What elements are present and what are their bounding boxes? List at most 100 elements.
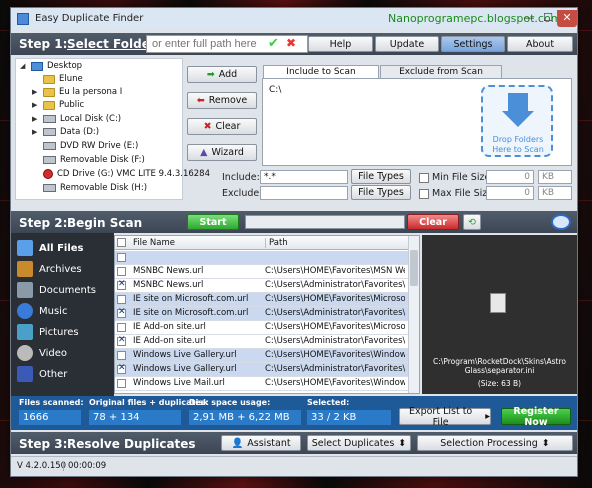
cancel-x-icon[interactable]: ✖: [286, 36, 296, 50]
selected-label: Selected:: [307, 398, 350, 407]
tree-item-data[interactable]: ▶ Data (D:): [32, 127, 99, 137]
category-other[interactable]: Other: [17, 364, 67, 384]
exclude-filetypes-button[interactable]: File Types: [351, 185, 411, 200]
category-archives[interactable]: Archives: [17, 259, 82, 279]
selection-processing-button[interactable]: Selection Processing ⬍: [417, 435, 573, 451]
scan-path: C:\: [269, 85, 282, 95]
column-path[interactable]: Path: [265, 238, 288, 248]
select-all-checkbox[interactable]: [117, 238, 126, 247]
category-sidebar: All Files Archives Documents Music Pictu…: [11, 233, 114, 396]
all-files-icon: [17, 240, 33, 256]
expand-triangle-icon[interactable]: ▶: [32, 88, 39, 96]
tree-item-desktop[interactable]: ◢ Desktop: [20, 61, 82, 71]
collapse-triangle-icon[interactable]: ◢: [20, 62, 27, 70]
tree-label: DVD RW Drive (E:): [60, 141, 139, 151]
tree-label: Public: [59, 100, 85, 110]
min-size-unit[interactable]: KB: [538, 170, 572, 184]
max-size-field[interactable]: 0: [486, 186, 534, 200]
wizard-button[interactable]: ▲ Wizard: [187, 144, 257, 161]
tab-exclude[interactable]: Exclude from Scan: [380, 65, 502, 79]
row-checkbox[interactable]: [117, 351, 126, 360]
tree-item-removable-f[interactable]: Removable Disk (F:): [32, 155, 145, 165]
tree-label: Data (D:): [60, 127, 100, 137]
grid-scrollbar[interactable]: [408, 236, 419, 393]
about-button[interactable]: About: [507, 36, 573, 52]
category-video[interactable]: Video: [17, 343, 67, 363]
table-row[interactable]: Windows Live Gallery.url C:\Users\Adminis…: [115, 363, 408, 377]
table-row[interactable]: IE site on Microsoft.com.url C:\Users\HOM…: [115, 293, 408, 307]
category-documents[interactable]: Documents: [17, 280, 96, 300]
category-pictures[interactable]: Pictures: [17, 322, 79, 342]
tree-item-elune[interactable]: Elune: [32, 74, 83, 84]
tree-item-cd[interactable]: CD Drive (G:) VMC LITE 9.4.3.16284: [32, 169, 210, 179]
row-checkbox[interactable]: [117, 295, 126, 304]
min-size-field[interactable]: 0: [486, 170, 534, 184]
assistant-button[interactable]: 👤 Assistant: [221, 435, 301, 451]
export-list-button[interactable]: Export List to File ▸: [399, 406, 491, 428]
drop-zone[interactable]: Drop Folders Here to Scan: [481, 85, 553, 157]
expand-triangle-icon[interactable]: ▶: [32, 115, 39, 123]
drop-arrow-head: [502, 111, 534, 127]
maximize-button[interactable]: ☐: [539, 10, 557, 27]
max-size-checkbox[interactable]: [419, 189, 429, 199]
row-checkbox[interactable]: [117, 279, 126, 290]
table-row[interactable]: Windows Live Mail.url C:\Users\HOME\Favor…: [115, 377, 408, 391]
elapsed-time: 00:00:09: [63, 461, 106, 471]
settings-button[interactable]: Settings: [441, 36, 505, 52]
select-duplicates-button[interactable]: Select Duplicates ⬍: [307, 435, 411, 451]
tree-item-local-disk[interactable]: ▶ Local Disk (C:): [32, 114, 121, 124]
table-row[interactable]: IE site on Microsoft.com.url C:\Users\Adm…: [115, 307, 408, 321]
row-checkbox[interactable]: [117, 323, 126, 332]
clear-list-button[interactable]: ✖ Clear: [187, 118, 257, 135]
scroll-thumb[interactable]: [410, 250, 418, 286]
close-button[interactable]: ✕: [557, 10, 577, 27]
row-checkbox[interactable]: [117, 267, 126, 276]
table-row[interactable]: Windows Live Gallery.url C:\Users\HOME\Fa…: [115, 349, 408, 363]
exclude-field[interactable]: [260, 186, 348, 200]
row-checkbox[interactable]: [117, 253, 126, 262]
table-row[interactable]: [115, 251, 408, 265]
eye-icon[interactable]: [551, 214, 571, 230]
remove-button[interactable]: ⬅ Remove: [187, 92, 257, 109]
table-row[interactable]: IE Add-on site.url C:\Users\Administrator…: [115, 335, 408, 349]
update-button[interactable]: Update: [375, 36, 439, 52]
table-row[interactable]: MSNBC News.url C:\Users\Administrator\Fav…: [115, 279, 408, 293]
start-button[interactable]: Start: [187, 214, 239, 230]
min-size-checkbox[interactable]: [419, 173, 429, 183]
archive-icon: [17, 261, 33, 277]
expand-triangle-icon[interactable]: ▶: [32, 128, 39, 136]
expand-triangle-icon[interactable]: ▶: [32, 101, 39, 109]
tree-item-public[interactable]: ▶ Public: [32, 100, 84, 110]
table-row[interactable]: IE Add-on site.url C:\Users\HOME\Favorite…: [115, 321, 408, 335]
folder-tree[interactable]: ◢ Desktop Elune ▶ Eu la persona I ▶ Public …: [15, 58, 210, 200]
max-size-unit[interactable]: KB: [538, 186, 572, 200]
tree-item-dvd[interactable]: DVD RW Drive (E:): [32, 141, 138, 151]
include-field[interactable]: *.*: [260, 170, 348, 184]
tree-item-persona[interactable]: ▶ Eu la persona I: [32, 87, 122, 97]
column-file-name[interactable]: File Name: [133, 238, 175, 248]
row-checkbox[interactable]: [117, 363, 126, 374]
original-files-value: 78 + 134: [89, 410, 181, 425]
drive-icon: [43, 128, 56, 136]
row-checkbox[interactable]: [117, 335, 126, 346]
minimize-button[interactable]: —: [519, 10, 539, 27]
refresh-icon[interactable]: ⟲: [463, 214, 481, 230]
clear-results-button[interactable]: Clear: [407, 214, 459, 230]
include-filetypes-button[interactable]: File Types: [351, 169, 411, 184]
tab-include[interactable]: Include to Scan: [263, 65, 379, 79]
category-music[interactable]: Music: [17, 301, 67, 321]
dropdown-arrow-icon: ⬍: [398, 437, 407, 449]
scan-folder-list[interactable]: C:\ Drop Folders Here to Scan: [262, 78, 572, 166]
results-grid[interactable]: File Name Path MSNBC News.url C:\Users\HO…: [114, 235, 420, 394]
confirm-check-icon[interactable]: ✔: [268, 36, 279, 51]
tree-item-removable-h[interactable]: Removable Disk (H:): [32, 183, 147, 193]
row-checkbox[interactable]: [117, 307, 126, 318]
row-checkbox[interactable]: [117, 379, 126, 388]
path-input[interactable]: [146, 35, 308, 53]
table-row[interactable]: MSNBC News.url C:\Users\HOME\Favorites\MS…: [115, 265, 408, 279]
category-all-files[interactable]: All Files: [17, 238, 84, 258]
drop-arrow-icon: [508, 93, 528, 111]
add-button[interactable]: ➡ Add: [187, 66, 257, 83]
help-button[interactable]: Help: [308, 36, 373, 52]
register-now-button[interactable]: Register Now: [501, 406, 571, 428]
